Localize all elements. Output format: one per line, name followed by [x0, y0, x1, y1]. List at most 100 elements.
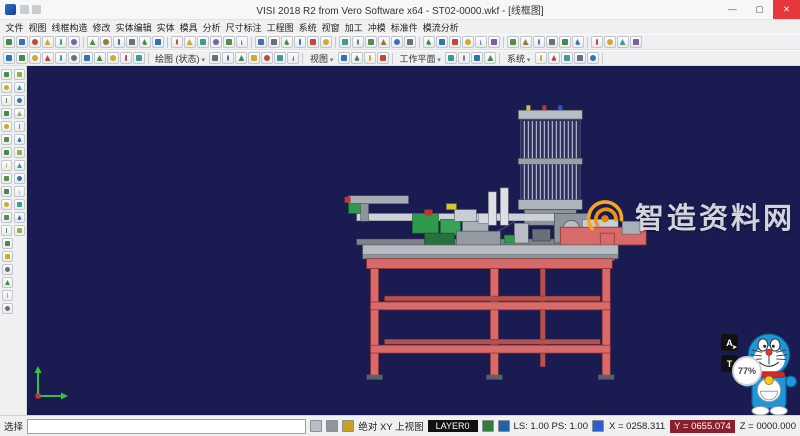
tool-icon[interactable] [248, 52, 260, 64]
tool-icon[interactable] [436, 36, 448, 48]
menu-item[interactable]: 冲模 [365, 21, 388, 34]
tool-icon[interactable] [484, 52, 496, 64]
tool-icon[interactable] [55, 52, 67, 64]
tool-icon[interactable] [1, 173, 12, 184]
tool-icon[interactable] [587, 52, 599, 64]
tool-icon[interactable] [126, 36, 138, 48]
tool-icon[interactable] [507, 36, 519, 48]
tool-icon[interactable] [68, 36, 80, 48]
tool-icon[interactable] [449, 36, 461, 48]
tool-icon[interactable] [14, 121, 25, 132]
tool-icon[interactable] [152, 36, 164, 48]
toolbar-group-label[interactable]: 绘图 (状态) [151, 52, 209, 65]
tool-icon[interactable] [261, 52, 273, 64]
menu-item[interactable]: 实体 [154, 21, 177, 34]
tool-icon[interactable] [307, 36, 319, 48]
tool-icon[interactable] [462, 36, 474, 48]
tool-icon[interactable] [352, 36, 364, 48]
tool-icon[interactable] [14, 134, 25, 145]
tool-icon[interactable] [120, 52, 132, 64]
tool-icon[interactable] [139, 36, 151, 48]
tool-icon[interactable] [488, 36, 500, 48]
tool-icon[interactable] [42, 36, 54, 48]
tool-icon[interactable] [184, 36, 196, 48]
minimize-button[interactable]: — [719, 0, 746, 19]
tool-icon[interactable] [1, 121, 12, 132]
tool-icon[interactable] [281, 36, 293, 48]
menu-item[interactable]: 标准件 [388, 21, 420, 34]
tool-icon[interactable] [1, 186, 12, 197]
menu-item[interactable]: 实体编辑 [113, 21, 154, 34]
menu-item[interactable]: 文件 [3, 21, 26, 34]
tool-icon[interactable] [2, 277, 13, 288]
toolbar-group-label[interactable]: 视图 [306, 52, 337, 65]
snap-icon[interactable] [310, 420, 322, 432]
tool-icon[interactable] [55, 36, 67, 48]
tool-icon[interactable] [1, 212, 12, 223]
tool-icon[interactable] [378, 36, 390, 48]
tool-icon[interactable] [14, 160, 25, 171]
toolbar-group-label[interactable]: 系统 [503, 52, 534, 65]
tool-icon[interactable] [458, 52, 470, 64]
tool-icon[interactable] [365, 36, 377, 48]
menu-item[interactable]: 尺寸标注 [223, 21, 264, 34]
coord-mode[interactable]: 绝对 XY 上视图 [358, 419, 423, 433]
tool-icon[interactable] [471, 52, 483, 64]
menu-item[interactable]: 模具 [177, 21, 200, 34]
quick-save-icon[interactable] [20, 5, 29, 14]
tool-icon[interactable] [2, 251, 13, 262]
tool-icon[interactable] [572, 36, 584, 48]
tool-icon[interactable] [339, 36, 351, 48]
tool-icon[interactable] [548, 52, 560, 64]
tool-icon[interactable] [133, 52, 145, 64]
tool-icon[interactable] [1, 95, 12, 106]
tool-icon[interactable] [1, 147, 12, 158]
tool-icon[interactable] [235, 52, 247, 64]
toolbar-group-label[interactable]: 工作平面 [395, 52, 444, 65]
layer-indicator[interactable]: LAYER0 [428, 420, 478, 432]
tool-icon[interactable] [14, 173, 25, 184]
tool-icon[interactable] [1, 134, 12, 145]
tool-icon[interactable] [364, 52, 376, 64]
tool-icon[interactable] [2, 238, 13, 249]
tool-icon[interactable] [14, 69, 25, 80]
tool-icon[interactable] [197, 36, 209, 48]
tool-icon[interactable] [14, 108, 25, 119]
tool-icon[interactable] [1, 82, 12, 93]
tool-icon[interactable] [2, 290, 13, 301]
tool-icon[interactable] [14, 199, 25, 210]
tool-icon[interactable] [294, 36, 306, 48]
menu-item[interactable]: 视窗 [319, 21, 342, 34]
tool-icon[interactable] [81, 52, 93, 64]
tool-icon[interactable] [338, 52, 350, 64]
tool-icon[interactable] [29, 52, 41, 64]
tool-icon[interactable] [14, 82, 25, 93]
tool-icon[interactable] [391, 36, 403, 48]
tool-icon[interactable] [287, 52, 299, 64]
tool-icon[interactable] [475, 36, 487, 48]
tool-icon[interactable] [3, 52, 15, 64]
tool-icon[interactable] [14, 147, 25, 158]
layer-color-icon[interactable] [482, 420, 494, 432]
tool-icon[interactable] [559, 36, 571, 48]
menu-item[interactable]: 加工 [342, 21, 365, 34]
tool-icon[interactable] [274, 52, 286, 64]
tool-icon[interactable] [68, 52, 80, 64]
ortho-icon[interactable] [326, 420, 338, 432]
tool-icon[interactable] [2, 264, 13, 275]
tool-icon[interactable] [574, 52, 586, 64]
tool-icon[interactable] [320, 36, 332, 48]
menu-item[interactable]: 系统 [296, 21, 319, 34]
tool-icon[interactable] [255, 36, 267, 48]
tool-icon[interactable] [377, 52, 389, 64]
tool-icon[interactable] [222, 52, 234, 64]
menu-item[interactable]: 线框构造 [49, 21, 90, 34]
tool-icon[interactable] [107, 52, 119, 64]
close-button[interactable]: ✕ [773, 0, 800, 19]
tool-icon[interactable] [591, 36, 603, 48]
tool-icon[interactable] [16, 52, 28, 64]
tool-icon[interactable] [14, 186, 25, 197]
tool-icon[interactable] [14, 225, 25, 236]
tool-icon[interactable] [351, 52, 363, 64]
tool-icon[interactable] [87, 36, 99, 48]
